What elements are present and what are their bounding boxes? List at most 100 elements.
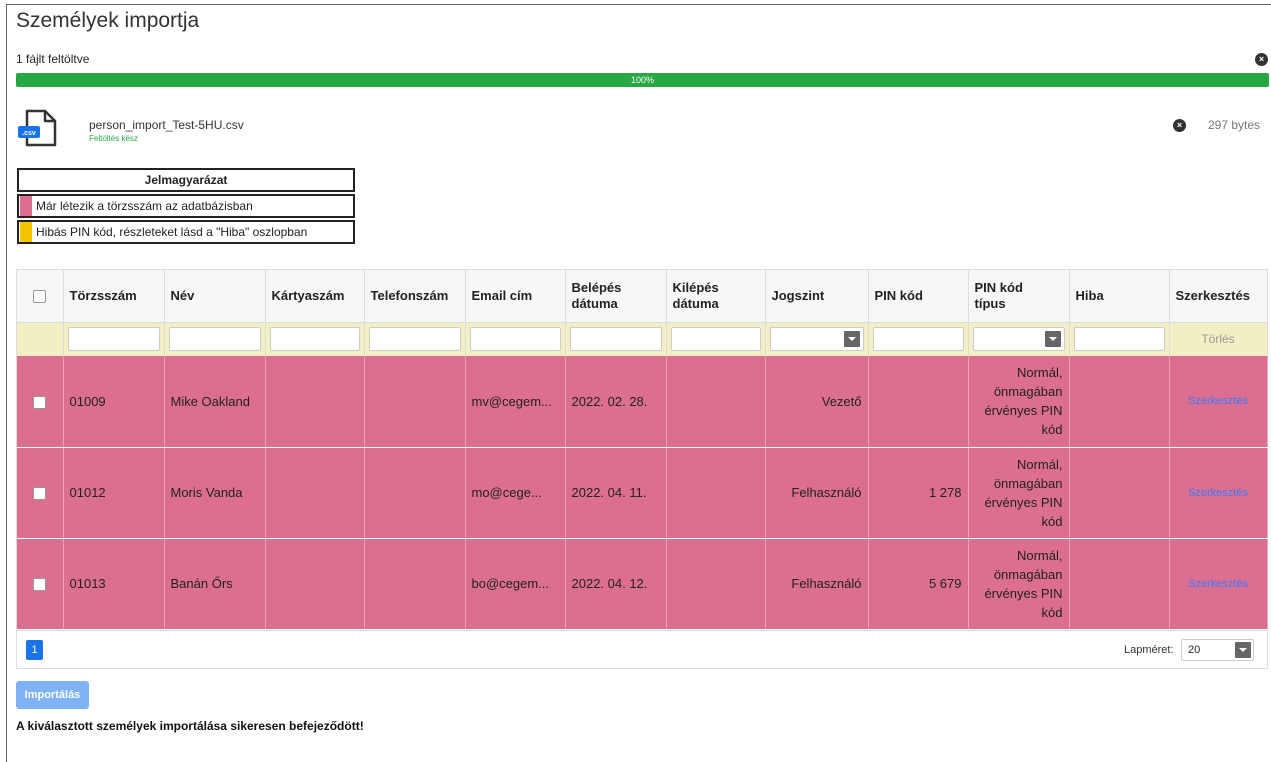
filter-telefonszam[interactable]: [368, 327, 461, 352]
column-header-email[interactable]: Email cím: [465, 270, 566, 323]
chevron-down-icon[interactable]: [1235, 642, 1251, 658]
legend: Jelmagyarázat Már létezik a törzsszám az…: [17, 168, 355, 246]
column-header-pin-tipus[interactable]: PIN kód típus: [968, 270, 1070, 323]
column-header-jogszint[interactable]: Jogszint: [765, 270, 869, 323]
column-header-kartyaszam[interactable]: Kártyaszám: [265, 270, 365, 323]
filter-hiba[interactable]: [1073, 327, 1165, 352]
edit-link[interactable]: Szerkesztés: [1169, 356, 1268, 448]
cell-nev: Moris Vanda: [164, 447, 266, 539]
cell-belepes: 2022. 04. 12.: [565, 538, 667, 630]
cell-pin: [868, 356, 969, 448]
cell-nev: Mike Oakland: [164, 356, 266, 448]
page-size-value: 20: [1188, 644, 1201, 656]
filter-kartyaszam[interactable]: [269, 327, 360, 352]
filter-pin[interactable]: [872, 327, 964, 352]
cell-pin-tipus: Normál, önmagában érvényes PIN kód: [968, 356, 1070, 448]
page-size-label: Lapméret:: [1124, 644, 1174, 656]
cell-kartyaszam: [265, 356, 365, 448]
table-row: 01012 Moris Vanda mo@cege... 2022. 04. 1…: [17, 447, 1268, 539]
cell-telefonszam: [364, 538, 466, 630]
cell-hiba: [1069, 538, 1170, 630]
cell-jogszint: Felhasználó: [765, 538, 869, 630]
filter-row: Törlés: [17, 322, 1268, 356]
filter-email[interactable]: [469, 327, 561, 352]
filter-kilepes[interactable]: [670, 327, 761, 352]
upload-progress-bar: 100%: [16, 73, 1269, 87]
file-upload-status: Feltöltés kész: [89, 134, 138, 143]
cell-telefonszam: [364, 356, 466, 448]
upload-progress-fill: 100%: [16, 73, 1269, 87]
cell-pin: 1 278: [868, 447, 969, 539]
chevron-down-icon[interactable]: [843, 331, 860, 348]
filter-torzsszam[interactable]: [67, 327, 160, 352]
import-grid: Törzsszám Név Kártyaszám Telefonszám Ema…: [16, 269, 1268, 669]
cell-belepes: 2022. 04. 11.: [565, 447, 667, 539]
row-checkbox[interactable]: [33, 395, 47, 409]
legend-swatch-exists: [20, 196, 32, 216]
cell-kartyaszam: [265, 447, 365, 539]
cell-torzsszam: 01009: [63, 356, 165, 448]
page-size-dropdown[interactable]: 20: [1181, 639, 1254, 661]
cell-pin-tipus: Normál, önmagában érvényes PIN kód: [968, 538, 1070, 630]
filter-nev[interactable]: [168, 327, 261, 352]
clear-upload-icon[interactable]: ×: [1255, 53, 1268, 66]
upload-count: 1 fájlt feltöltve: [16, 52, 90, 66]
column-header-pin[interactable]: PIN kód: [868, 270, 969, 323]
cell-nev: Banán Őrs: [164, 538, 266, 630]
table-row: 01009 Mike Oakland mv@cegem... 2022. 02.…: [17, 356, 1268, 448]
cell-email: bo@cegem...: [465, 538, 566, 630]
cell-belepes: 2022. 02. 28.: [565, 356, 667, 448]
row-checkbox[interactable]: [33, 487, 47, 501]
grid-pager: 1 Lapméret: 20: [17, 630, 1267, 668]
legend-item-exists: Már létezik a törzsszám az adatbázisban: [17, 194, 355, 218]
cell-kilepes: [666, 356, 766, 448]
cell-email: mv@cegem...: [465, 356, 566, 448]
import-button[interactable]: Importálás: [16, 681, 89, 709]
csv-file-icon: .csv: [18, 109, 57, 147]
clear-filters-button[interactable]: Törlés: [1169, 322, 1268, 356]
legend-swatch-pin-error: [20, 222, 32, 242]
page-title: Személyek importja: [16, 9, 200, 32]
column-header-nev[interactable]: Név: [164, 270, 266, 323]
page-button-1[interactable]: 1: [26, 640, 43, 660]
column-header-hiba[interactable]: Hiba: [1069, 270, 1170, 323]
legend-title: Jelmagyarázat: [17, 168, 355, 192]
filter-pin-tipus-dropdown[interactable]: [972, 327, 1065, 352]
success-message: A kiválasztott személyek importálása sik…: [16, 719, 364, 733]
legend-item-pin-error: Hibás PIN kód, részleteket lásd a "Hiba"…: [17, 220, 355, 244]
cell-telefonszam: [364, 447, 466, 539]
edit-link[interactable]: Szerkesztés: [1169, 538, 1268, 630]
cell-kartyaszam: [265, 538, 365, 630]
legend-label-pin-error: Hibás PIN kód, részleteket lásd a "Hiba"…: [36, 225, 308, 239]
column-header-torzsszam[interactable]: Törzsszám: [63, 270, 165, 323]
cell-torzsszam: 01013: [63, 538, 165, 630]
cell-torzsszam: 01012: [63, 447, 165, 539]
remove-file-icon[interactable]: ×: [1173, 119, 1186, 132]
column-header-szerkesztes: Szerkesztés: [1169, 270, 1268, 323]
header-select-all[interactable]: [17, 270, 64, 323]
filter-cell-empty: [17, 322, 64, 356]
grid-header-row: Törzsszám Név Kártyaszám Telefonszám Ema…: [17, 270, 1268, 323]
cell-kilepes: [666, 447, 766, 539]
column-header-belepes[interactable]: Belépés dátuma: [565, 270, 667, 323]
legend-label-exists: Már létezik a törzsszám az adatbázisban: [36, 199, 253, 213]
table-row: 01013 Banán Őrs bo@cegem... 2022. 04. 12…: [17, 538, 1268, 630]
cell-jogszint: Vezető: [765, 356, 869, 448]
select-all-checkbox[interactable]: [33, 289, 47, 303]
cell-kilepes: [666, 538, 766, 630]
file-name: person_import_Test-5HU.csv: [89, 118, 244, 132]
column-header-kilepes[interactable]: Kilépés dátuma: [666, 270, 766, 323]
cell-hiba: [1069, 447, 1170, 539]
column-header-telefonszam[interactable]: Telefonszám: [364, 270, 466, 323]
cell-pin: 5 679: [868, 538, 969, 630]
edit-link[interactable]: Szerkesztés: [1169, 447, 1268, 539]
file-size: 297 bytes: [1208, 118, 1261, 132]
chevron-down-icon[interactable]: [1044, 331, 1061, 348]
cell-pin-tipus: Normál, önmagában érvényes PIN kód: [968, 447, 1070, 539]
svg-text:.csv: .csv: [22, 130, 36, 137]
row-checkbox[interactable]: [33, 578, 47, 592]
cell-jogszint: Felhasználó: [765, 447, 869, 539]
filter-belepes[interactable]: [569, 327, 662, 352]
cell-hiba: [1069, 356, 1170, 448]
filter-jogszint-dropdown[interactable]: [769, 327, 864, 352]
